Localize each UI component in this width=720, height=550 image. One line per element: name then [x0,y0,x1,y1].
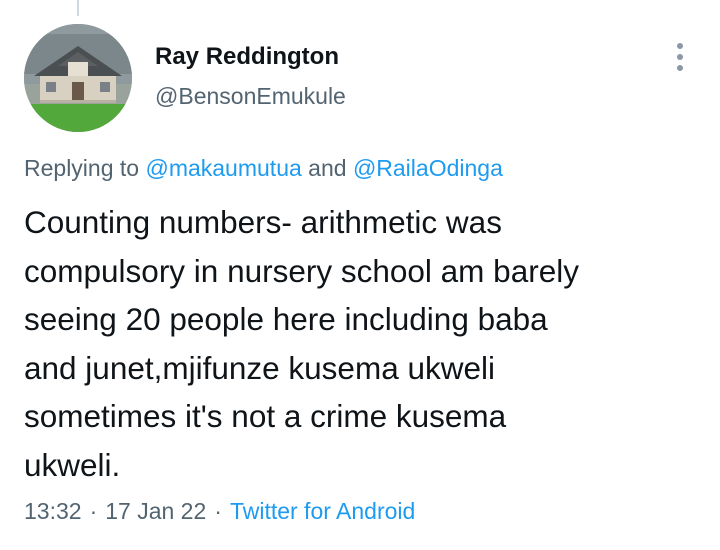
tweet-text-line: compulsory in nursery school am barely [24,252,579,289]
tweet-text-line: seeing 20 people here including baba [24,301,548,338]
avatar[interactable] [24,24,132,132]
user-handle[interactable]: @BensonEmukule [155,79,346,113]
tweet-source-link[interactable]: Twitter for Android [230,498,415,524]
more-vertical-icon-dot [677,54,683,60]
tweet-meta: 13:32 · 17 Jan 22 · Twitter for Android [24,494,415,528]
replying-to-conjunction: and [308,155,347,181]
tweet-text-line: ukweli. [24,446,121,483]
meta-separator: · [214,498,222,524]
tweet-text: Counting numbers- arithmetic was compuls… [24,198,696,490]
meta-separator: · [89,498,98,524]
tweet-date[interactable]: 17 Jan 22 [105,498,206,524]
replying-to: Replying to @makaumutua and @RailaOdinga [24,151,503,185]
tweet-author: Ray Reddington @BensonEmukule [155,40,346,113]
tweet-time[interactable]: 13:32 [24,498,82,524]
tweet-text-line: sometimes it's not a crime kusema [24,398,507,435]
more-vertical-icon [677,43,683,49]
thread-connector-line [77,0,79,16]
display-name[interactable]: Ray Reddington [155,40,346,74]
tweet-text-line: and junet,mjifunze kusema ukweli [24,349,495,386]
mention-link-railaodinga[interactable]: @RailaOdinga [353,155,503,181]
tweet-text-line: Counting numbers- arithmetic was [24,204,502,240]
mention-link-makaumutua[interactable]: @makaumutua [145,155,301,181]
replying-to-label: Replying to [24,155,140,181]
house-avatar-image [24,24,132,132]
more-vertical-icon-dot [677,65,683,71]
more-options-button[interactable] [668,40,692,74]
